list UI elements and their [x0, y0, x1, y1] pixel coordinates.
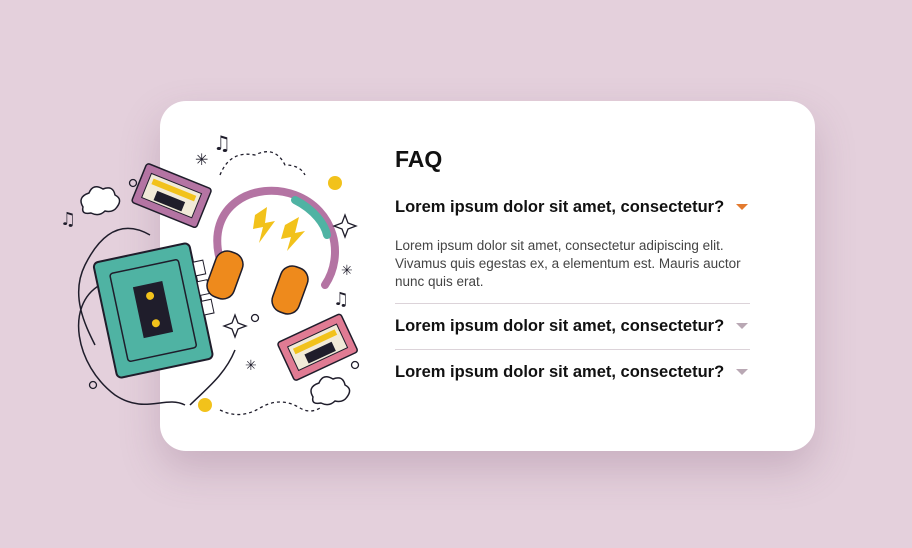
svg-text:♫: ♫ [60, 209, 76, 230]
faq-question-toggle[interactable]: Lorem ipsum dolor sit amet, consectetur? [395, 195, 750, 219]
svg-text:♫: ♫ [213, 131, 231, 155]
svg-text:♫: ♫ [333, 289, 349, 310]
faq-item: Lorem ipsum dolor sit amet, consectetur? [395, 304, 750, 349]
chevron-down-icon [736, 369, 748, 375]
faq-question: Lorem ipsum dolor sit amet, consectetur? [395, 363, 725, 381]
faq-question-toggle[interactable]: Lorem ipsum dolor sit amet, consectetur? [395, 304, 750, 349]
faq-item: Lorem ipsum dolor sit amet, consectetur?… [395, 195, 750, 291]
svg-text:✳: ✳ [195, 150, 208, 169]
chevron-down-icon [736, 204, 748, 210]
faq-item: Lorem ipsum dolor sit amet, consectetur? [395, 350, 750, 395]
faq-question: Lorem ipsum dolor sit amet, consectetur? [395, 317, 725, 335]
faq-question: Lorem ipsum dolor sit amet, consectetur? [395, 198, 725, 216]
chevron-down-icon [736, 323, 748, 329]
faq-question-toggle[interactable]: Lorem ipsum dolor sit amet, consectetur? [395, 350, 750, 395]
faq-answer: Lorem ipsum dolor sit amet, consectetur … [395, 238, 741, 289]
svg-text:✳: ✳ [341, 263, 353, 279]
music-cassette-illustration: ✳ ✳ ✳ ♫ ♫ ♫ [60, 131, 360, 416]
faq-section: FAQ Lorem ipsum dolor sit amet, consecte… [395, 146, 750, 395]
page-title: FAQ [395, 146, 443, 172]
svg-text:✳: ✳ [245, 358, 257, 374]
